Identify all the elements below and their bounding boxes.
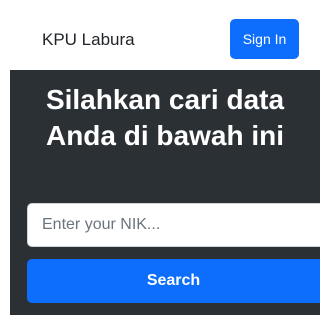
brand-name[interactable]: KPU Labura xyxy=(42,30,135,50)
nik-input[interactable] xyxy=(27,203,320,247)
search-button[interactable]: Search xyxy=(27,259,320,303)
hero-section: Silahkan cari data Anda di bawah ini Sea… xyxy=(10,70,320,315)
sign-in-button[interactable]: Sign In xyxy=(230,19,299,59)
hero-title-line-1: Silahkan cari data xyxy=(45,84,285,115)
navbar: KPU Labura Sign In xyxy=(0,0,320,70)
hero-title: Silahkan cari data Anda di bawah ini xyxy=(10,82,320,154)
hero-title-line-2: Anda di bawah ini xyxy=(45,120,284,151)
